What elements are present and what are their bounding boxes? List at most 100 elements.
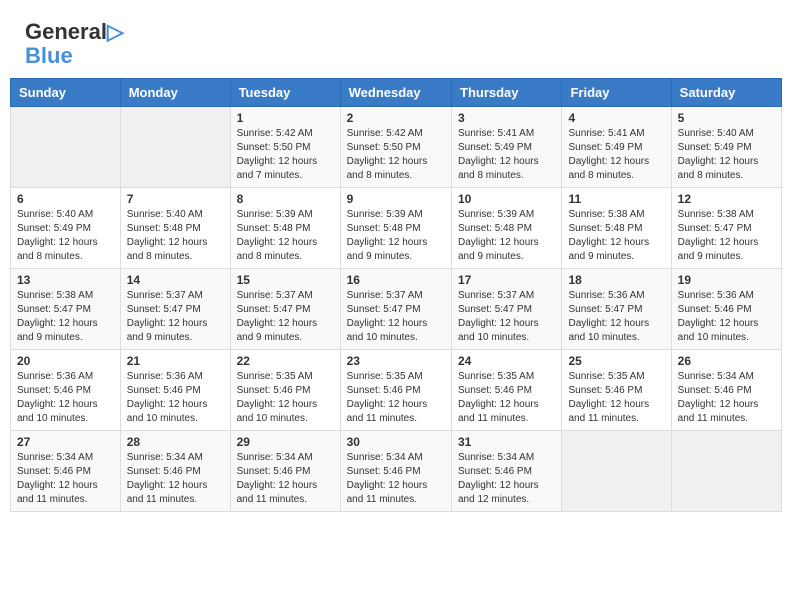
day-info: Sunrise: 5:36 AM Sunset: 5:47 PM Dayligh… bbox=[568, 289, 664, 345]
calendar-cell: 12 Sunrise: 5:38 AM Sunset: 5:47 PM Dayli… bbox=[671, 188, 781, 269]
weekday-header-wednesday: Wednesday bbox=[340, 79, 451, 107]
calendar-cell: 1 Sunrise: 5:42 AM Sunset: 5:50 PM Daylig… bbox=[230, 107, 340, 188]
day-info: Sunrise: 5:41 AM Sunset: 5:49 PM Dayligh… bbox=[458, 127, 555, 183]
day-info: Sunrise: 5:40 AM Sunset: 5:49 PM Dayligh… bbox=[17, 208, 114, 264]
weekday-header-sunday: Sunday bbox=[11, 79, 121, 107]
calendar-cell: 11Sunrise: 5:38 AM Sunset: 5:48 PM Dayli… bbox=[562, 188, 671, 269]
day-number: 11 bbox=[568, 192, 664, 206]
day-info: Sunrise: 5:36 AM Sunset: 5:46 PM Dayligh… bbox=[127, 370, 224, 426]
calendar-cell: 21Sunrise: 5:36 AM Sunset: 5:46 PM Dayli… bbox=[120, 350, 230, 431]
calendar-cell: 17 Sunrise: 5:37 AM Sunset: 5:47 PM Dayli… bbox=[452, 269, 562, 350]
weekday-header-tuesday: Tuesday bbox=[230, 79, 340, 107]
day-number: 6 bbox=[17, 192, 114, 206]
day-number: 14 bbox=[127, 273, 224, 287]
calendar-cell: 24 Sunrise: 5:35 AM Sunset: 5:46 PM Dayli… bbox=[452, 350, 562, 431]
weekday-header-saturday: Saturday bbox=[671, 79, 781, 107]
day-number: 18 bbox=[568, 273, 664, 287]
logo-text: General▷ Blue bbox=[25, 20, 124, 68]
calendar-cell: 22 Sunrise: 5:35 AM Sunset: 5:46 PM Dayli… bbox=[230, 350, 340, 431]
calendar-cell: 23 Sunrise: 5:35 AM Sunset: 5:46 PM Dayli… bbox=[340, 350, 451, 431]
calendar-cell: 7Sunrise: 5:40 AM Sunset: 5:48 PM Daylig… bbox=[120, 188, 230, 269]
day-info: Sunrise: 5:34 AM Sunset: 5:46 PM Dayligh… bbox=[347, 451, 445, 507]
calendar-cell: 28 Sunrise: 5:34 AM Sunset: 5:46 PM Dayli… bbox=[120, 431, 230, 512]
calendar-cell: 15 Sunrise: 5:37 AM Sunset: 5:47 PM Dayli… bbox=[230, 269, 340, 350]
calendar-cell: 26 Sunrise: 5:34 AM Sunset: 5:46 PM Dayli… bbox=[671, 350, 781, 431]
day-info: Sunrise: 5:34 AM Sunset: 5:46 PM Dayligh… bbox=[458, 451, 555, 507]
week-row-1: 1 Sunrise: 5:42 AM Sunset: 5:50 PM Daylig… bbox=[11, 107, 782, 188]
calendar-table: SundayMondayTuesdayWednesdayThursdayFrid… bbox=[10, 78, 782, 512]
calendar-cell: 5 Sunrise: 5:40 AM Sunset: 5:49 PM Daylig… bbox=[671, 107, 781, 188]
day-info: Sunrise: 5:37 AM Sunset: 5:47 PM Dayligh… bbox=[127, 289, 224, 345]
calendar-cell: 13 Sunrise: 5:38 AM Sunset: 5:47 PM Dayli… bbox=[11, 269, 121, 350]
day-number: 19 bbox=[678, 273, 775, 287]
weekday-header-friday: Friday bbox=[562, 79, 671, 107]
calendar-cell: 14 Sunrise: 5:37 AM Sunset: 5:47 PM Dayli… bbox=[120, 269, 230, 350]
calendar-cell bbox=[562, 431, 671, 512]
day-info: Sunrise: 5:34 AM Sunset: 5:46 PM Dayligh… bbox=[127, 451, 224, 507]
day-number: 3 bbox=[458, 111, 555, 125]
calendar-cell: 30 Sunrise: 5:34 AM Sunset: 5:46 PM Dayli… bbox=[340, 431, 451, 512]
weekday-header-monday: Monday bbox=[120, 79, 230, 107]
calendar-cell: 3 Sunrise: 5:41 AM Sunset: 5:49 PM Daylig… bbox=[452, 107, 562, 188]
day-number: 25 bbox=[568, 354, 664, 368]
calendar-cell: 19 Sunrise: 5:36 AM Sunset: 5:46 PM Dayli… bbox=[671, 269, 781, 350]
day-info: Sunrise: 5:42 AM Sunset: 5:50 PM Dayligh… bbox=[347, 127, 445, 183]
day-info: Sunrise: 5:35 AM Sunset: 5:46 PM Dayligh… bbox=[347, 370, 445, 426]
day-info: Sunrise: 5:40 AM Sunset: 5:49 PM Dayligh… bbox=[678, 127, 775, 183]
day-number: 23 bbox=[347, 354, 445, 368]
day-number: 27 bbox=[17, 435, 114, 449]
day-info: Sunrise: 5:36 AM Sunset: 5:46 PM Dayligh… bbox=[17, 370, 114, 426]
day-number: 22 bbox=[237, 354, 334, 368]
calendar-cell: 29Sunrise: 5:34 AM Sunset: 5:46 PM Dayli… bbox=[230, 431, 340, 512]
day-number: 28 bbox=[127, 435, 224, 449]
day-info: Sunrise: 5:35 AM Sunset: 5:46 PM Dayligh… bbox=[237, 370, 334, 426]
day-number: 13 bbox=[17, 273, 114, 287]
day-info: Sunrise: 5:34 AM Sunset: 5:46 PM Dayligh… bbox=[17, 451, 114, 507]
day-number: 5 bbox=[678, 111, 775, 125]
calendar-cell bbox=[671, 431, 781, 512]
day-number: 17 bbox=[458, 273, 555, 287]
day-number: 4 bbox=[568, 111, 664, 125]
week-row-4: 20Sunrise: 5:36 AM Sunset: 5:46 PM Dayli… bbox=[11, 350, 782, 431]
calendar-cell: 18 Sunrise: 5:36 AM Sunset: 5:47 PM Dayli… bbox=[562, 269, 671, 350]
day-info: Sunrise: 5:37 AM Sunset: 5:47 PM Dayligh… bbox=[347, 289, 445, 345]
day-number: 24 bbox=[458, 354, 555, 368]
day-info: Sunrise: 5:36 AM Sunset: 5:46 PM Dayligh… bbox=[678, 289, 775, 345]
weekday-header-thursday: Thursday bbox=[452, 79, 562, 107]
day-info: Sunrise: 5:35 AM Sunset: 5:46 PM Dayligh… bbox=[568, 370, 664, 426]
calendar-cell bbox=[11, 107, 121, 188]
day-info: Sunrise: 5:37 AM Sunset: 5:47 PM Dayligh… bbox=[237, 289, 334, 345]
calendar-cell: 20Sunrise: 5:36 AM Sunset: 5:46 PM Dayli… bbox=[11, 350, 121, 431]
day-number: 30 bbox=[347, 435, 445, 449]
day-info: Sunrise: 5:41 AM Sunset: 5:49 PM Dayligh… bbox=[568, 127, 664, 183]
day-info: Sunrise: 5:35 AM Sunset: 5:46 PM Dayligh… bbox=[458, 370, 555, 426]
day-number: 15 bbox=[237, 273, 334, 287]
calendar-cell: 27 Sunrise: 5:34 AM Sunset: 5:46 PM Dayli… bbox=[11, 431, 121, 512]
calendar-cell: 2 Sunrise: 5:42 AM Sunset: 5:50 PM Daylig… bbox=[340, 107, 451, 188]
weekday-header-row: SundayMondayTuesdayWednesdayThursdayFrid… bbox=[11, 79, 782, 107]
day-info: Sunrise: 5:34 AM Sunset: 5:46 PM Dayligh… bbox=[678, 370, 775, 426]
week-row-5: 27 Sunrise: 5:34 AM Sunset: 5:46 PM Dayli… bbox=[11, 431, 782, 512]
day-info: Sunrise: 5:38 AM Sunset: 5:47 PM Dayligh… bbox=[17, 289, 114, 345]
day-number: 10 bbox=[458, 192, 555, 206]
day-info: Sunrise: 5:42 AM Sunset: 5:50 PM Dayligh… bbox=[237, 127, 334, 183]
logo-general: General bbox=[25, 19, 107, 44]
day-info: Sunrise: 5:40 AM Sunset: 5:48 PM Dayligh… bbox=[127, 208, 224, 264]
calendar-cell: 25 Sunrise: 5:35 AM Sunset: 5:46 PM Dayli… bbox=[562, 350, 671, 431]
logo: General▷ Blue bbox=[25, 20, 124, 68]
week-row-2: 6 Sunrise: 5:40 AM Sunset: 5:49 PM Daylig… bbox=[11, 188, 782, 269]
calendar-cell: 9 Sunrise: 5:39 AM Sunset: 5:48 PM Daylig… bbox=[340, 188, 451, 269]
day-number: 2 bbox=[347, 111, 445, 125]
day-info: Sunrise: 5:38 AM Sunset: 5:47 PM Dayligh… bbox=[678, 208, 775, 264]
day-info: Sunrise: 5:37 AM Sunset: 5:47 PM Dayligh… bbox=[458, 289, 555, 345]
day-info: Sunrise: 5:39 AM Sunset: 5:48 PM Dayligh… bbox=[237, 208, 334, 264]
day-number: 9 bbox=[347, 192, 445, 206]
header: General▷ Blue bbox=[10, 10, 782, 73]
day-info: Sunrise: 5:39 AM Sunset: 5:48 PM Dayligh… bbox=[347, 208, 445, 264]
week-row-3: 13 Sunrise: 5:38 AM Sunset: 5:47 PM Dayli… bbox=[11, 269, 782, 350]
calendar-cell: 6 Sunrise: 5:40 AM Sunset: 5:49 PM Daylig… bbox=[11, 188, 121, 269]
day-number: 12 bbox=[678, 192, 775, 206]
day-number: 26 bbox=[678, 354, 775, 368]
day-info: Sunrise: 5:34 AM Sunset: 5:46 PM Dayligh… bbox=[237, 451, 334, 507]
day-number: 1 bbox=[237, 111, 334, 125]
